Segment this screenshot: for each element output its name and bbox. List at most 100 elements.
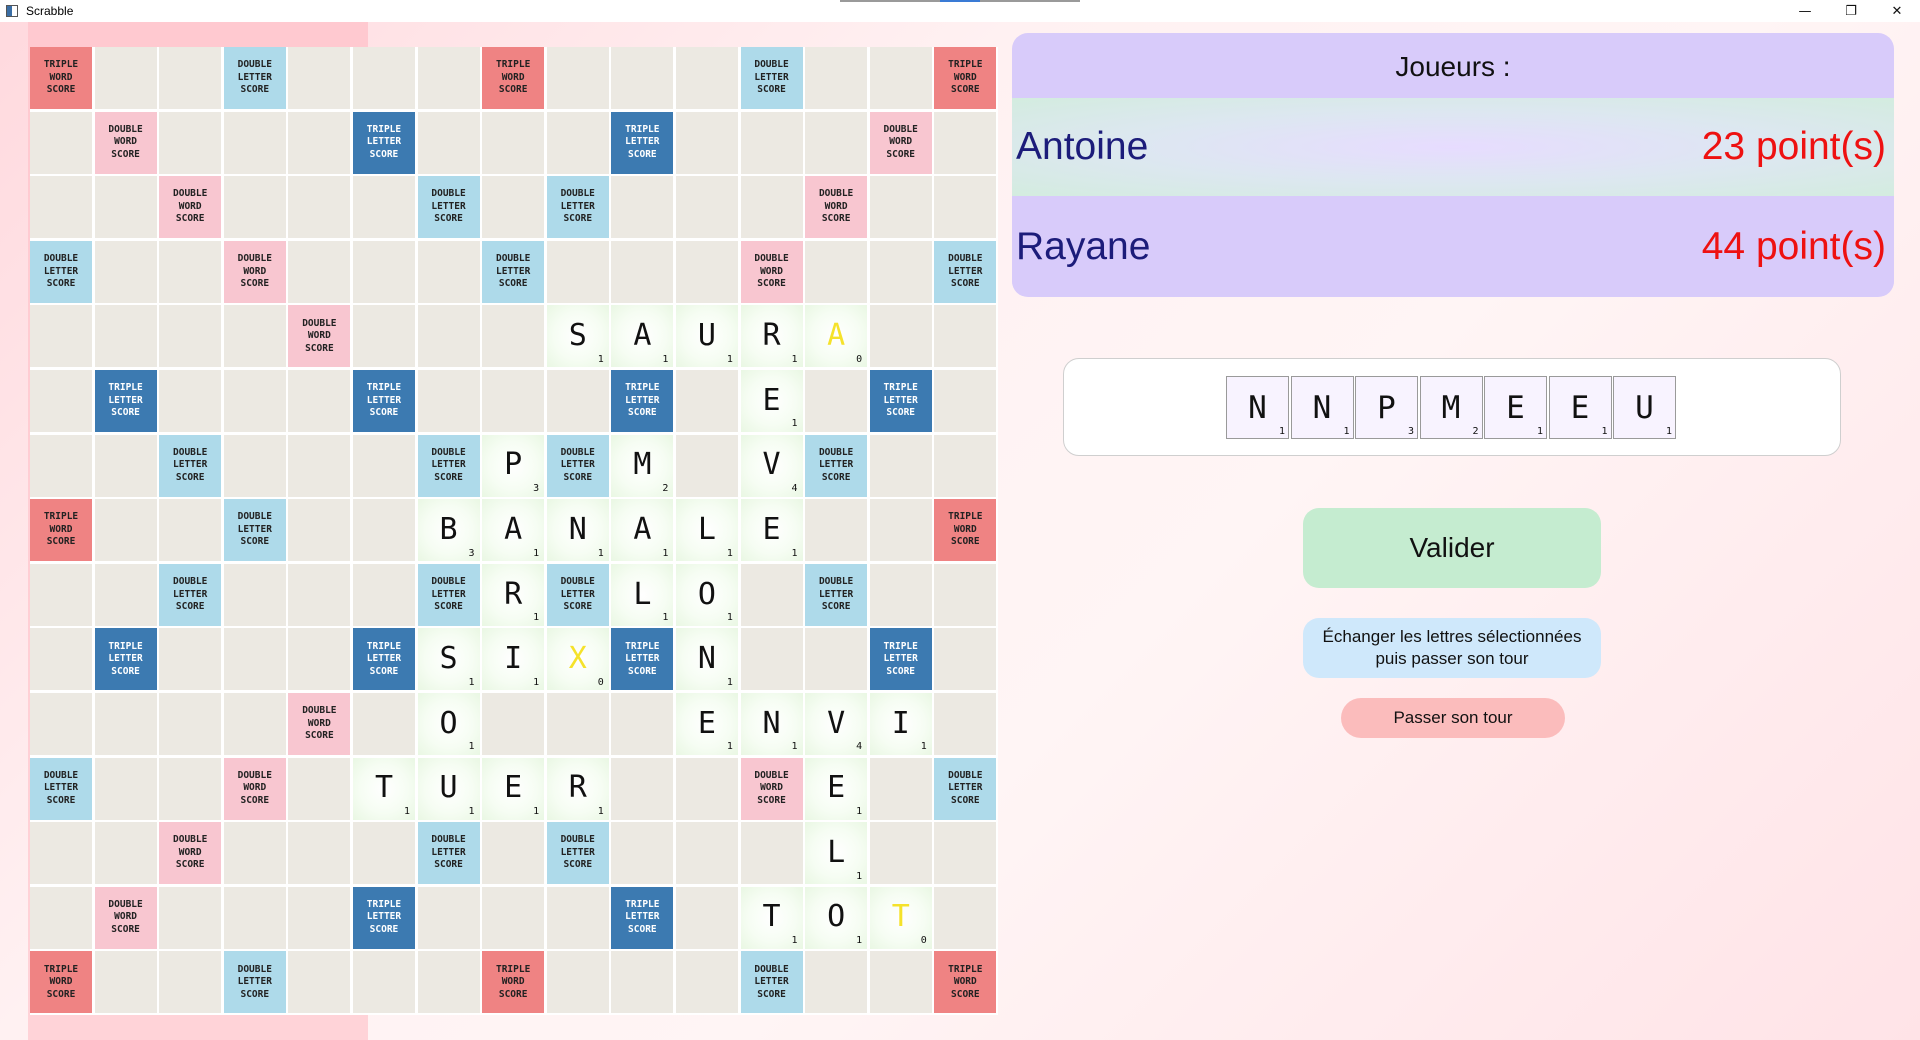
empty-square[interactable] bbox=[288, 111, 351, 174]
rack-tile[interactable]: E1 bbox=[1484, 376, 1547, 439]
empty-square[interactable] bbox=[934, 111, 997, 174]
board-tile[interactable]: N1 bbox=[740, 692, 803, 755]
triple-word-square[interactable]: TRIPLE WORD SCORE bbox=[482, 951, 545, 1014]
empty-square[interactable] bbox=[352, 240, 415, 303]
empty-square[interactable] bbox=[482, 692, 545, 755]
board-tile[interactable]: T0 bbox=[869, 886, 932, 949]
empty-square[interactable] bbox=[94, 434, 157, 497]
empty-square[interactable] bbox=[611, 176, 674, 239]
rack-tile[interactable]: N1 bbox=[1290, 376, 1354, 439]
empty-square[interactable] bbox=[352, 176, 415, 239]
double-letter-square[interactable]: DOUBLE LETTER SCORE bbox=[934, 240, 997, 303]
board-tile[interactable]: E1 bbox=[675, 692, 738, 755]
restore-button[interactable]: ❐ bbox=[1828, 0, 1874, 22]
empty-square[interactable] bbox=[546, 47, 609, 109]
empty-square[interactable] bbox=[869, 822, 932, 885]
triple-word-square[interactable]: TRIPLE WORD SCORE bbox=[934, 47, 997, 109]
board-tile[interactable]: V4 bbox=[805, 692, 868, 755]
double-letter-square[interactable]: DOUBLE LETTER SCORE bbox=[159, 434, 222, 497]
empty-square[interactable] bbox=[482, 176, 545, 239]
empty-square[interactable] bbox=[94, 822, 157, 885]
board-tile[interactable]: I1 bbox=[869, 692, 932, 755]
empty-square[interactable] bbox=[869, 176, 932, 239]
empty-square[interactable] bbox=[805, 47, 868, 109]
board-tile[interactable]: M2 bbox=[611, 434, 674, 497]
double-word-square[interactable]: DOUBLE WORD SCORE bbox=[869, 111, 932, 174]
empty-square[interactable] bbox=[740, 176, 803, 239]
empty-square[interactable] bbox=[352, 951, 415, 1014]
empty-square[interactable] bbox=[223, 369, 286, 432]
empty-square[interactable] bbox=[352, 563, 415, 626]
double-word-square[interactable]: DOUBLE WORD SCORE bbox=[805, 176, 868, 239]
double-letter-square[interactable]: DOUBLE LETTER SCORE bbox=[934, 757, 997, 820]
double-letter-square[interactable]: DOUBLE LETTER SCORE bbox=[30, 757, 92, 820]
empty-square[interactable] bbox=[288, 369, 351, 432]
empty-square[interactable] bbox=[934, 369, 997, 432]
board-tile[interactable]: R1 bbox=[482, 563, 545, 626]
empty-square[interactable] bbox=[30, 822, 92, 885]
double-letter-square[interactable]: DOUBLE LETTER SCORE bbox=[546, 822, 609, 885]
empty-square[interactable] bbox=[482, 305, 545, 368]
empty-square[interactable] bbox=[869, 240, 932, 303]
empty-square[interactable] bbox=[675, 822, 738, 885]
board-tile[interactable]: E1 bbox=[482, 757, 545, 820]
empty-square[interactable] bbox=[30, 176, 92, 239]
empty-square[interactable] bbox=[288, 951, 351, 1014]
triple-word-square[interactable]: TRIPLE WORD SCORE bbox=[30, 951, 92, 1014]
double-letter-square[interactable]: DOUBLE LETTER SCORE bbox=[223, 47, 286, 109]
board-tile[interactable]: N1 bbox=[546, 499, 609, 562]
empty-square[interactable] bbox=[740, 563, 803, 626]
board-tile[interactable]: B3 bbox=[417, 499, 480, 562]
empty-square[interactable] bbox=[805, 111, 868, 174]
empty-square[interactable] bbox=[94, 240, 157, 303]
double-word-square[interactable]: DOUBLE WORD SCORE bbox=[94, 111, 157, 174]
empty-square[interactable] bbox=[30, 886, 92, 949]
empty-square[interactable] bbox=[869, 305, 932, 368]
empty-square[interactable] bbox=[94, 47, 157, 109]
empty-square[interactable] bbox=[675, 47, 738, 109]
empty-square[interactable] bbox=[934, 563, 997, 626]
empty-square[interactable] bbox=[805, 628, 868, 691]
empty-square[interactable] bbox=[546, 369, 609, 432]
board-tile[interactable]: T1 bbox=[740, 886, 803, 949]
minimize-button[interactable]: — bbox=[1782, 0, 1828, 22]
board-tile[interactable]: O1 bbox=[675, 563, 738, 626]
empty-square[interactable] bbox=[94, 499, 157, 562]
board-tile[interactable]: U1 bbox=[675, 305, 738, 368]
board-tile[interactable]: E1 bbox=[740, 499, 803, 562]
board-tile[interactable]: S1 bbox=[417, 628, 480, 691]
double-letter-square[interactable]: DOUBLE LETTER SCORE bbox=[482, 240, 545, 303]
empty-square[interactable] bbox=[94, 305, 157, 368]
rack-tile[interactable]: N1 bbox=[1226, 376, 1289, 439]
empty-square[interactable] bbox=[482, 111, 545, 174]
double-letter-square[interactable]: DOUBLE LETTER SCORE bbox=[417, 822, 480, 885]
double-letter-square[interactable]: DOUBLE LETTER SCORE bbox=[223, 499, 286, 562]
board-tile[interactable]: L1 bbox=[611, 563, 674, 626]
empty-square[interactable] bbox=[675, 951, 738, 1014]
empty-square[interactable] bbox=[740, 628, 803, 691]
double-word-square[interactable]: DOUBLE WORD SCORE bbox=[740, 240, 803, 303]
double-word-square[interactable]: DOUBLE WORD SCORE bbox=[223, 757, 286, 820]
board-tile[interactable]: R1 bbox=[546, 757, 609, 820]
empty-square[interactable] bbox=[94, 951, 157, 1014]
empty-square[interactable] bbox=[869, 951, 932, 1014]
rack-tile[interactable]: E1 bbox=[1548, 376, 1612, 439]
empty-square[interactable] bbox=[675, 369, 738, 432]
empty-square[interactable] bbox=[223, 886, 286, 949]
pass-turn-button[interactable]: Passer son tour bbox=[1341, 698, 1565, 738]
double-word-square[interactable]: DOUBLE WORD SCORE bbox=[288, 692, 351, 755]
validate-button[interactable]: Valider bbox=[1303, 508, 1601, 588]
double-letter-square[interactable]: DOUBLE LETTER SCORE bbox=[740, 951, 803, 1014]
triple-letter-square[interactable]: TRIPLE LETTER SCORE bbox=[611, 628, 674, 691]
empty-square[interactable] bbox=[934, 305, 997, 368]
empty-square[interactable] bbox=[611, 240, 674, 303]
empty-square[interactable] bbox=[869, 434, 932, 497]
empty-square[interactable] bbox=[159, 757, 222, 820]
empty-square[interactable] bbox=[159, 240, 222, 303]
double-letter-square[interactable]: DOUBLE LETTER SCORE bbox=[417, 563, 480, 626]
empty-square[interactable] bbox=[417, 951, 480, 1014]
empty-square[interactable] bbox=[611, 692, 674, 755]
empty-square[interactable] bbox=[30, 692, 92, 755]
empty-square[interactable] bbox=[417, 47, 480, 109]
double-word-square[interactable]: DOUBLE WORD SCORE bbox=[288, 305, 351, 368]
